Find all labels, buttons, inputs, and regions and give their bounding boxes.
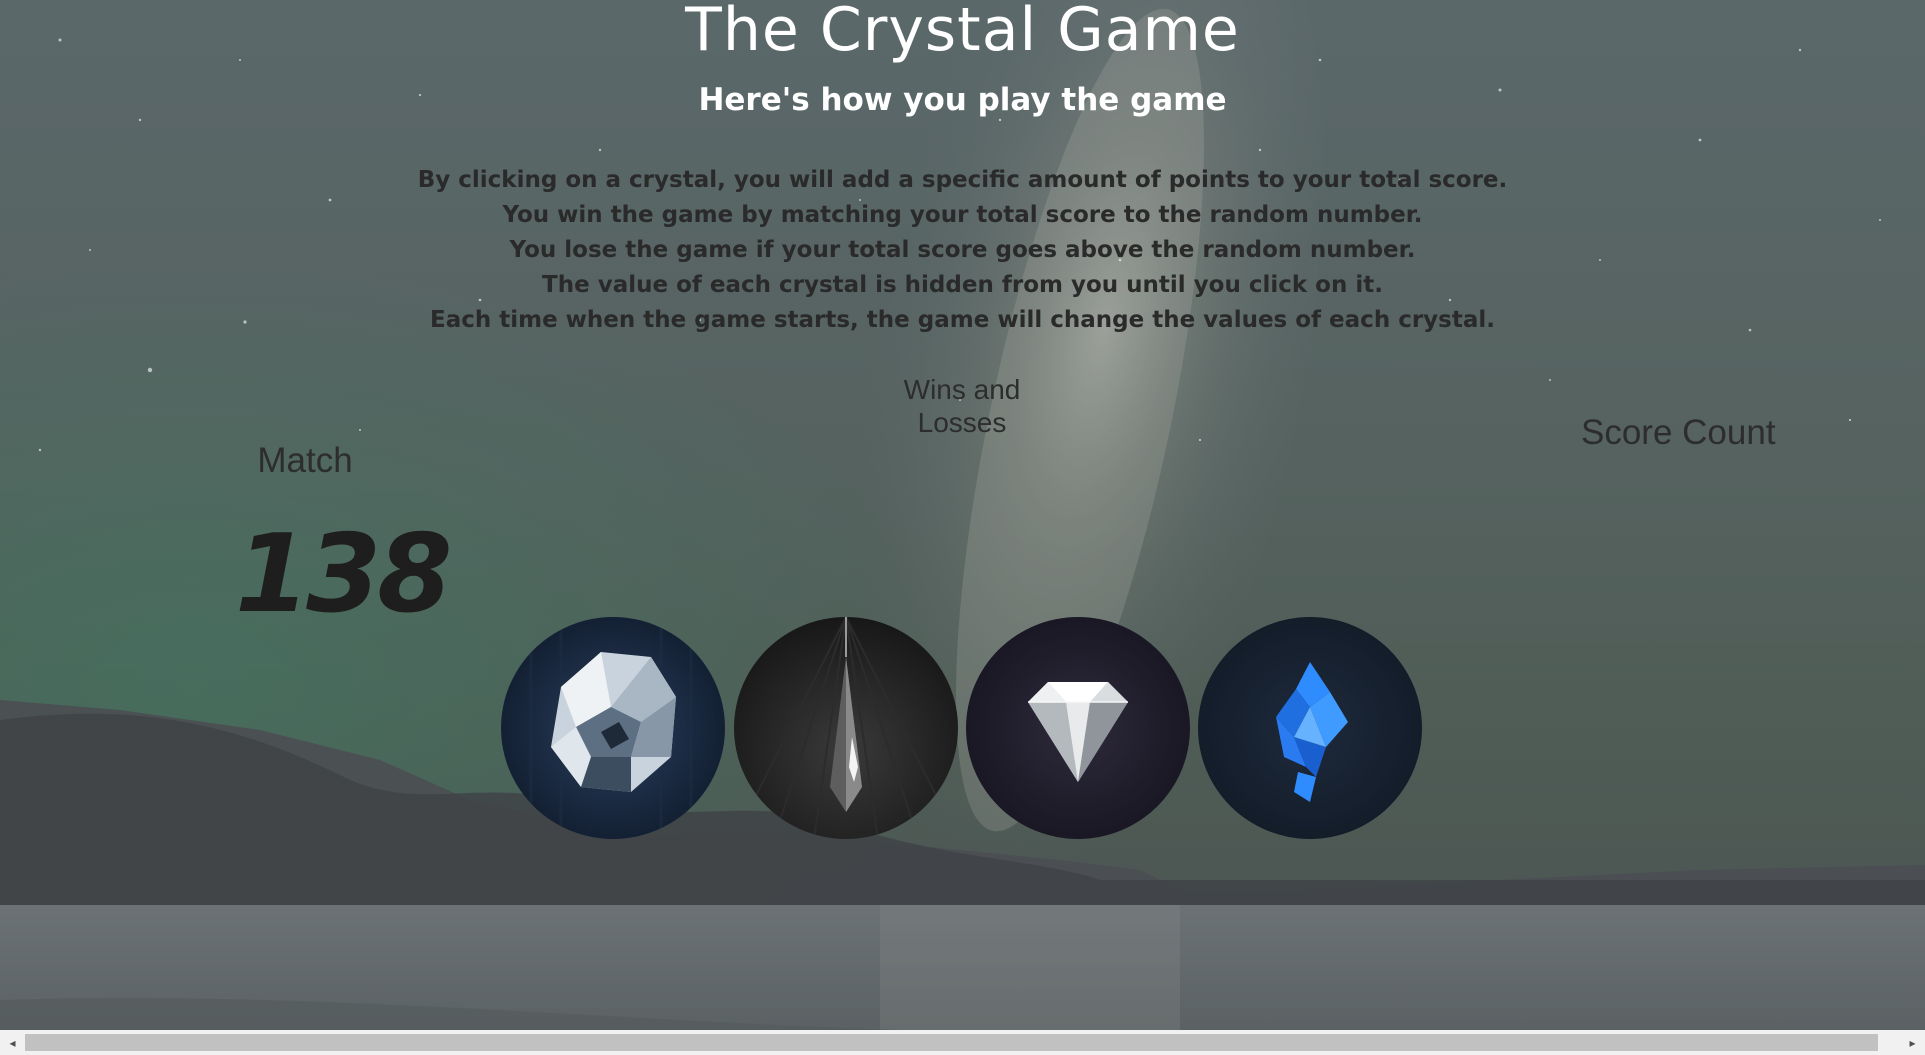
score-count-label: Score Count: [1581, 413, 1776, 452]
crystal-button-1[interactable]: [501, 617, 725, 839]
rule-item: Each time when the game starts, the game…: [429, 307, 1495, 333]
diamond-icon: [966, 617, 1190, 839]
rule-item: The value of each crystal is hidden from…: [542, 272, 1383, 298]
wins-losses-label: Wins and Losses: [903, 374, 1021, 438]
crystal-pendant-icon: [734, 617, 958, 839]
crystal-buttons: [501, 617, 1425, 841]
crystal-ball-icon: [501, 617, 725, 839]
crystal-button-2[interactable]: [734, 617, 958, 839]
scroll-left-arrow-icon[interactable]: ◂: [0, 1030, 25, 1055]
blue-crystal-icon: [1198, 617, 1422, 839]
horizontal-scrollbar[interactable]: ◂ ▸: [0, 1030, 1925, 1055]
match-label: Match: [257, 441, 353, 480]
rules-list: By clicking on a crystal, you will add a…: [0, 163, 1925, 338]
rule-item: By clicking on a crystal, you will add a…: [417, 167, 1508, 193]
scroll-right-arrow-icon[interactable]: ▸: [1900, 1030, 1925, 1055]
scrollbar-thumb[interactable]: [25, 1034, 1878, 1051]
crystal-button-3[interactable]: [966, 617, 1190, 839]
crystal-button-4[interactable]: [1198, 617, 1422, 839]
rule-item: You win the game by matching your total …: [502, 202, 1423, 228]
page-subtitle: Here's how you play the game: [698, 82, 1227, 118]
page-title: The Crystal Game: [685, 0, 1240, 65]
rule-item: You lose the game if your total score go…: [509, 237, 1416, 263]
match-number: 138: [235, 512, 452, 637]
